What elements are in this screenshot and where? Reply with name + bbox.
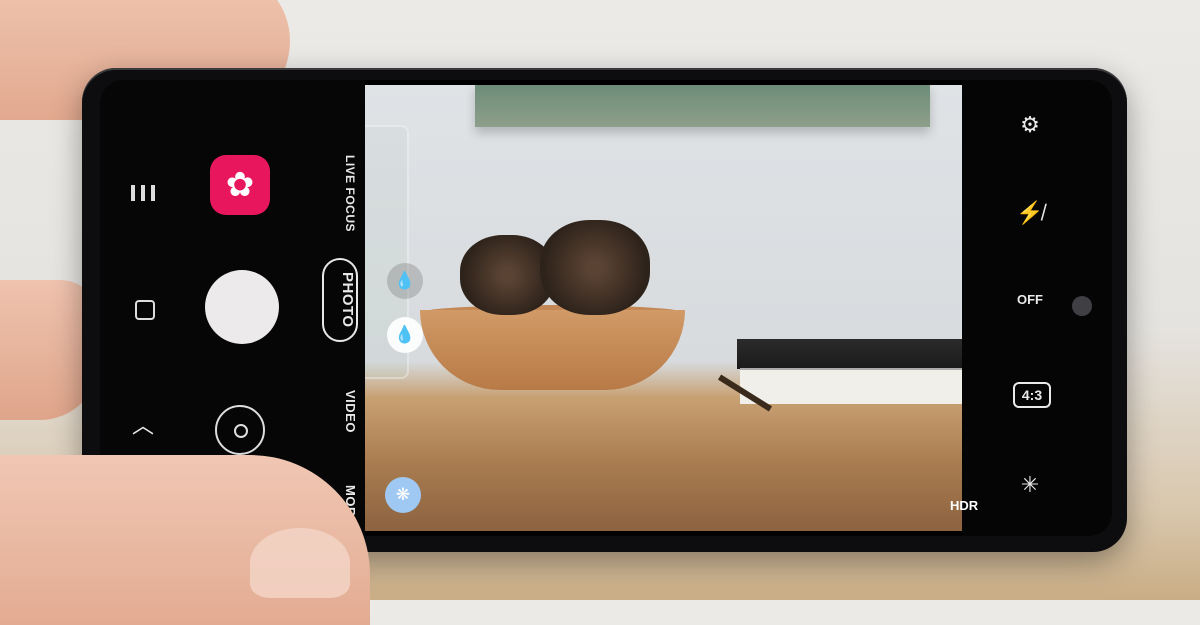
timer-label: OFF bbox=[1017, 292, 1043, 307]
gear-icon[interactable]: ⚙ bbox=[1010, 112, 1050, 138]
mode-photo[interactable]: PHOTO bbox=[322, 258, 358, 342]
camera-flip-icon[interactable] bbox=[215, 405, 265, 455]
aspect-ratio-button[interactable]: 4:3 bbox=[1013, 382, 1051, 408]
bixby-vision-button[interactable]: ✿ bbox=[210, 155, 270, 215]
sparkle-icon[interactable]: ✳ bbox=[1010, 472, 1050, 498]
scene-book-light bbox=[740, 368, 962, 404]
mode-live-focus[interactable]: LIVE FOCUS bbox=[318, 155, 358, 232]
scene-picture-frame bbox=[475, 85, 930, 127]
front-camera-lens bbox=[1072, 296, 1092, 316]
water-drop-icon[interactable]: 💧 bbox=[387, 317, 423, 353]
camera-viewfinder[interactable]: 💧 💧 ❋ bbox=[365, 85, 962, 531]
shutter-button[interactable] bbox=[205, 270, 279, 344]
mode-selector: LIVE FOCUS PHOTO VIDEO MORE bbox=[318, 80, 358, 536]
menu-icon[interactable] bbox=[128, 185, 158, 201]
mode-video[interactable]: VIDEO bbox=[318, 390, 358, 433]
scene-pine-cone bbox=[540, 220, 650, 315]
scene-book-dark bbox=[737, 339, 962, 369]
scene-wooden-bowl bbox=[420, 310, 685, 390]
flash-off-icon[interactable]: ⚡̸ bbox=[1010, 200, 1050, 226]
ratio-label: 4:3 bbox=[1021, 387, 1043, 403]
hdr-indicator[interactable]: HDR bbox=[950, 498, 978, 513]
water-drop-outline-icon[interactable]: 💧 bbox=[387, 263, 423, 299]
scene-optimizer-icon[interactable]: ❋ bbox=[385, 477, 421, 513]
timer-off-button[interactable]: OFF bbox=[1010, 292, 1050, 307]
home-icon[interactable] bbox=[135, 300, 155, 320]
flower-icon: ✿ bbox=[225, 166, 255, 204]
chevron-up-icon[interactable]: ︿ bbox=[128, 408, 158, 440]
thumb-nail bbox=[250, 528, 350, 598]
